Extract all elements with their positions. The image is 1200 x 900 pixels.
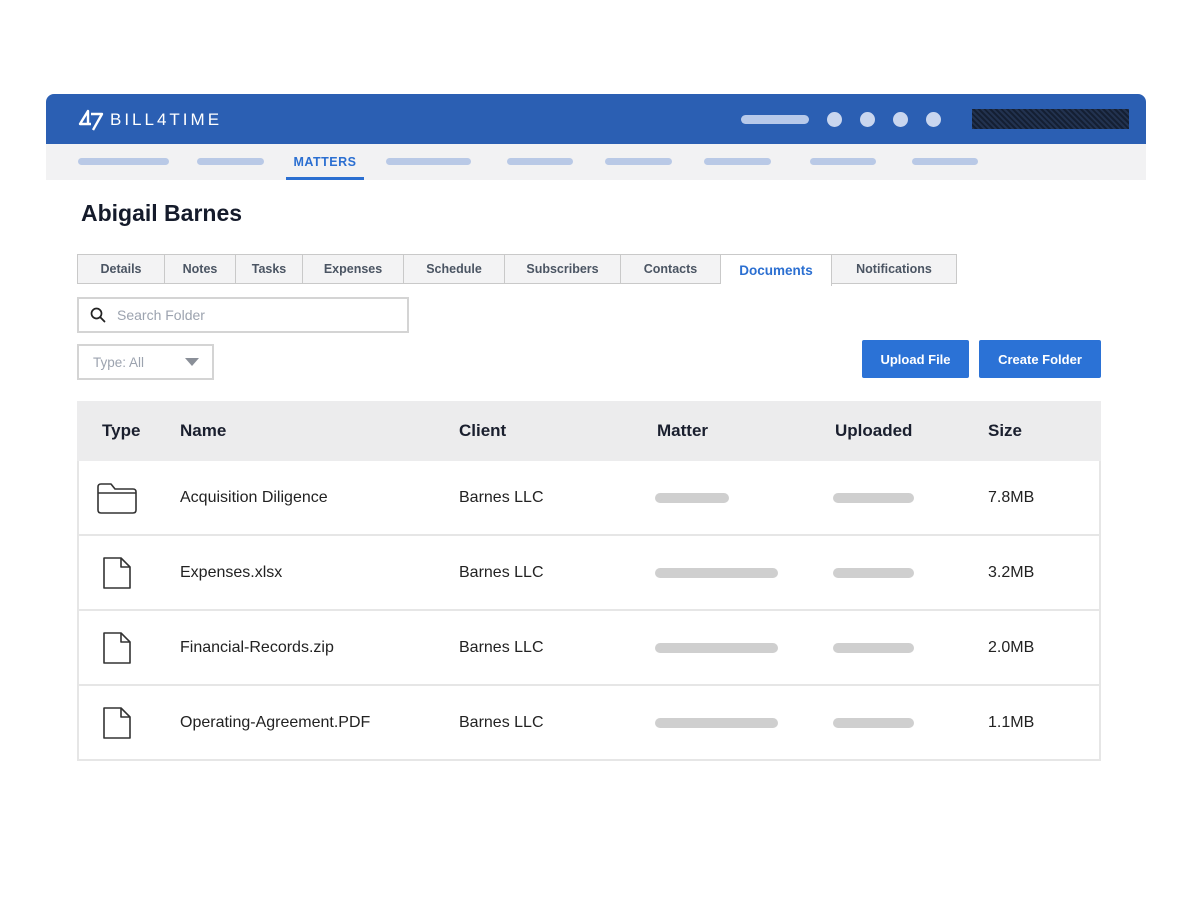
tab-expenses[interactable]: Expenses (303, 254, 404, 284)
file-size: 7.8MB (988, 488, 1035, 506)
top-icon-placeholder[interactable] (827, 112, 842, 127)
nav-item-placeholder[interactable] (197, 158, 264, 165)
bill4time-logo-icon (78, 109, 104, 131)
client-name: Barnes LLC (459, 638, 544, 656)
top-menu-placeholder[interactable] (741, 115, 809, 124)
matter-placeholder (655, 717, 778, 728)
file-icon (103, 556, 131, 589)
header-name[interactable]: Name (180, 421, 226, 441)
tab-documents[interactable]: Documents (721, 254, 832, 286)
uploaded-placeholder (833, 492, 914, 503)
uploaded-placeholder (833, 567, 914, 578)
page-title: Abigail Barnes (81, 200, 243, 226)
uploaded-placeholder (833, 642, 914, 653)
header-client[interactable]: Client (459, 421, 506, 441)
header-size[interactable]: Size (988, 421, 1022, 441)
brand-logo[interactable]: BILL4TIME (78, 107, 222, 133)
tab-notifications[interactable]: Notifications (832, 254, 957, 284)
nav-item-placeholder[interactable] (912, 158, 978, 165)
file-size: 3.2MB (988, 563, 1035, 581)
table-row[interactable]: Expenses.xlsx Barnes LLC 3.2MB (77, 536, 1101, 611)
table-row[interactable]: Acquisition Diligence Barnes LLC 7.8MB (77, 461, 1101, 536)
file-name[interactable]: Acquisition Diligence (180, 489, 328, 507)
matter-placeholder (655, 567, 778, 578)
file-icon (103, 631, 131, 664)
type-filter-value: Type: All (93, 354, 145, 370)
header-type[interactable]: Type (102, 421, 140, 441)
nav-item-placeholder[interactable] (810, 158, 876, 165)
nav-item-placeholder[interactable] (605, 158, 672, 165)
tab-contacts[interactable]: Contacts (621, 254, 721, 284)
top-icon-placeholder[interactable] (926, 112, 941, 127)
matter-placeholder (655, 492, 729, 503)
uploaded-placeholder (833, 717, 914, 728)
nav-item-placeholder[interactable] (704, 158, 771, 165)
search-icon (90, 307, 106, 323)
tab-tasks[interactable]: Tasks (236, 254, 303, 284)
top-icon-placeholder[interactable] (860, 112, 875, 127)
table-header: Type Name Client Matter Uploaded Size (77, 401, 1101, 461)
type-filter-select[interactable]: Type: All (77, 344, 214, 380)
client-name: Barnes LLC (459, 563, 544, 581)
file-size: 1.1MB (988, 713, 1035, 731)
header-uploaded[interactable]: Uploaded (835, 421, 912, 441)
client-name: Barnes LLC (459, 713, 544, 731)
user-account-redacted[interactable] (972, 109, 1129, 129)
file-name[interactable]: Financial-Records.zip (180, 639, 334, 657)
top-icon-placeholder[interactable] (893, 112, 908, 127)
file-name[interactable]: Operating-Agreement.PDF (180, 714, 370, 732)
search-input[interactable] (115, 306, 389, 324)
main-nav: MATTERS (46, 144, 1146, 180)
tab-schedule[interactable]: Schedule (404, 254, 505, 284)
documents-table: Type Name Client Matter Uploaded Size Ac… (77, 401, 1101, 761)
upload-file-button[interactable]: Upload File (862, 340, 969, 378)
tab-notes[interactable]: Notes (165, 254, 236, 284)
tab-details[interactable]: Details (77, 254, 165, 284)
tab-subscribers[interactable]: Subscribers (505, 254, 621, 284)
header-matter[interactable]: Matter (657, 421, 708, 441)
table-row[interactable]: Financial-Records.zip Barnes LLC 2.0MB (77, 611, 1101, 686)
nav-item-placeholder[interactable] (507, 158, 573, 165)
top-header-bar: BILL4TIME (46, 94, 1146, 144)
table-row[interactable]: Operating-Agreement.PDF Barnes LLC 1.1MB (77, 686, 1101, 761)
file-icon (103, 706, 131, 739)
create-folder-button[interactable]: Create Folder (979, 340, 1101, 378)
app-window: BILL4TIME MATTERS Abigail Barnes Details… (46, 94, 1146, 854)
client-name: Barnes LLC (459, 488, 544, 506)
search-folder-field[interactable] (77, 297, 409, 333)
nav-item-placeholder[interactable] (386, 158, 471, 165)
nav-item-matters[interactable]: MATTERS (286, 144, 364, 180)
brand-name: BILL4TIME (110, 110, 223, 129)
matter-tabs: Details Notes Tasks Expenses Schedule Su… (77, 254, 957, 286)
matter-placeholder (655, 642, 778, 653)
file-name[interactable]: Expenses.xlsx (180, 564, 282, 582)
nav-item-placeholder[interactable] (78, 158, 169, 165)
folder-icon (97, 482, 137, 514)
file-size: 2.0MB (988, 638, 1035, 656)
chevron-down-icon (185, 358, 199, 366)
